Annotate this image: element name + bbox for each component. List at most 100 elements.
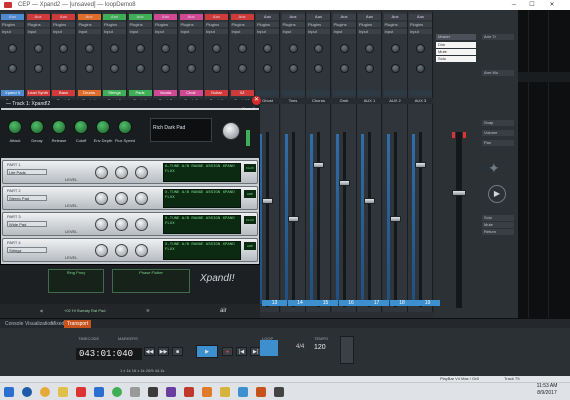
edge-icon[interactable] bbox=[22, 387, 32, 397]
app-icon-grey[interactable] bbox=[130, 387, 140, 397]
timecode-display[interactable]: 043:01:040 bbox=[76, 348, 142, 360]
strip-header[interactable]: Aux bbox=[409, 14, 432, 20]
strip-input[interactable]: Input bbox=[1, 29, 24, 34]
gain-knob[interactable] bbox=[33, 64, 43, 73]
strip-header[interactable]: Aux bbox=[256, 14, 279, 20]
patch-display[interactable]: Rich Dark Pad bbox=[150, 118, 212, 142]
wrench-icon[interactable]: ⚒ bbox=[146, 304, 150, 318]
mute-label[interactable]: Mute bbox=[482, 222, 514, 228]
pan-knob[interactable] bbox=[288, 44, 298, 53]
gain-knob[interactable] bbox=[288, 64, 298, 73]
strip-header[interactable]: Aux bbox=[230, 14, 254, 20]
strip-plugins[interactable]: Plugins bbox=[281, 22, 305, 27]
synth-knob[interactable] bbox=[30, 120, 44, 134]
part-knob[interactable] bbox=[135, 166, 148, 179]
part-knob[interactable] bbox=[135, 192, 148, 205]
part-lcd[interactable]: X-TUNE A/B RANGE ASSIGN XPAND FLUX bbox=[163, 215, 241, 234]
part-fx-button[interactable]: FLUX bbox=[244, 164, 256, 172]
strip-header[interactable]: Aux bbox=[205, 14, 228, 20]
fader-track[interactable] bbox=[342, 132, 346, 307]
synth-knob[interactable] bbox=[52, 120, 66, 134]
tab-transport[interactable]: Transport bbox=[64, 320, 92, 328]
gain-knob[interactable] bbox=[314, 64, 323, 73]
gain-knob[interactable] bbox=[161, 64, 170, 73]
fast-forward-button[interactable]: ▶▶ bbox=[158, 347, 169, 356]
maximize-button[interactable]: ☐ bbox=[524, 0, 540, 10]
part-fx-button[interactable]: ARP bbox=[244, 190, 256, 198]
pan-knob[interactable] bbox=[212, 44, 221, 53]
start-icon[interactable] bbox=[4, 387, 14, 397]
fader-cap[interactable] bbox=[338, 180, 350, 186]
part-lcd[interactable]: X-TUNE A/B RANGE ASSIGN XPAND FLUX bbox=[163, 241, 241, 260]
strip-input[interactable]: Input bbox=[26, 29, 50, 34]
play-circle-icon[interactable]: ▶ bbox=[488, 185, 506, 203]
app-icon-dark-2[interactable] bbox=[274, 387, 284, 397]
master-volume-knob[interactable] bbox=[222, 122, 240, 140]
part-name[interactable]: Lite Pads bbox=[7, 169, 47, 175]
track-name[interactable]: AUX 3 bbox=[408, 98, 433, 104]
part-name[interactable]: Wide Pad bbox=[7, 221, 47, 227]
plugin-close-icon[interactable]: ✕ bbox=[252, 96, 261, 105]
strip-input[interactable]: Input bbox=[230, 29, 254, 34]
part-knob[interactable] bbox=[135, 218, 148, 231]
gain-knob[interactable] bbox=[8, 64, 17, 73]
stop-button[interactable]: ■ bbox=[172, 347, 183, 356]
snap-label[interactable]: Snap bbox=[482, 120, 514, 126]
track-name[interactable]: AUX 1 bbox=[357, 98, 382, 104]
fader-cap[interactable] bbox=[415, 162, 426, 168]
close-button[interactable]: ✕ bbox=[544, 0, 560, 10]
arm-mu-label[interactable]: Arm Mu bbox=[482, 70, 514, 76]
play-button[interactable]: ▶ bbox=[196, 345, 218, 358]
strip-input[interactable]: Input bbox=[256, 29, 279, 34]
phase-flutter-box[interactable]: Phase Flutter bbox=[112, 269, 190, 293]
strip-plugins[interactable]: Plugins bbox=[128, 22, 152, 27]
pan-knob[interactable] bbox=[314, 44, 323, 53]
fader-cap[interactable] bbox=[262, 198, 273, 204]
strip-input[interactable]: Input bbox=[103, 29, 126, 34]
part-lcd[interactable]: X-TUNE A/B RANGE ASSIGN XPAND FLUX bbox=[163, 189, 241, 208]
strip-header[interactable]: Aux bbox=[179, 14, 203, 20]
pan-knob[interactable] bbox=[339, 44, 349, 53]
strip-plugins[interactable]: Plugins bbox=[358, 22, 381, 27]
strip-header[interactable]: Aux bbox=[358, 14, 381, 20]
synth-knob[interactable] bbox=[96, 120, 110, 134]
strip-plugins[interactable]: Plugins bbox=[332, 22, 356, 27]
synth-knob[interactable] bbox=[118, 120, 132, 134]
gain-knob[interactable] bbox=[339, 64, 349, 73]
part-fx-button[interactable]: ARP bbox=[244, 242, 256, 250]
gain-knob[interactable] bbox=[416, 64, 425, 73]
app-icon-red[interactable] bbox=[76, 387, 86, 397]
fader-track[interactable] bbox=[266, 132, 269, 307]
pan-knob[interactable] bbox=[416, 44, 425, 53]
strip-plugins[interactable]: Plugins bbox=[52, 22, 75, 27]
return-label[interactable]: Return bbox=[482, 229, 514, 235]
explorer-icon[interactable] bbox=[58, 387, 68, 397]
rewind-button[interactable]: ◀◀ bbox=[144, 347, 155, 356]
part-fx-button[interactable]: FLUX bbox=[244, 216, 256, 224]
strip-input[interactable]: Input bbox=[307, 29, 330, 34]
part-knob[interactable] bbox=[95, 192, 108, 205]
strip-plugins[interactable]: Plugins bbox=[1, 22, 24, 27]
record-button[interactable]: ● bbox=[222, 347, 233, 356]
strip-header[interactable]: Aux bbox=[103, 14, 126, 20]
taskbar-clock[interactable]: 11:53 AM 8/9/2017 bbox=[524, 383, 570, 397]
track-name[interactable]: Chorus bbox=[306, 98, 331, 104]
strip-plugins[interactable]: Plugins bbox=[409, 22, 432, 27]
fader-track[interactable] bbox=[368, 132, 371, 307]
fader-track[interactable] bbox=[419, 132, 422, 307]
part-knob[interactable] bbox=[95, 244, 108, 257]
part-knob[interactable] bbox=[115, 218, 128, 231]
pan-knob[interactable] bbox=[33, 44, 43, 53]
preset-name[interactable]: +02 Hi Sweaty Rat Pad bbox=[64, 304, 105, 318]
track-name[interactable]: Tons bbox=[280, 98, 306, 104]
strip-plugins[interactable]: Plugins bbox=[205, 22, 228, 27]
strip-header[interactable]: Aux bbox=[332, 14, 356, 20]
gain-knob[interactable] bbox=[263, 64, 272, 73]
app-icon-red-2[interactable] bbox=[184, 387, 194, 397]
synth-knob[interactable] bbox=[8, 120, 22, 134]
fader-cap[interactable] bbox=[364, 198, 375, 204]
vlc-icon[interactable] bbox=[220, 387, 230, 397]
strip-input[interactable]: Input bbox=[77, 29, 101, 34]
strip-input[interactable]: Input bbox=[179, 29, 203, 34]
part-knob[interactable] bbox=[115, 244, 128, 257]
